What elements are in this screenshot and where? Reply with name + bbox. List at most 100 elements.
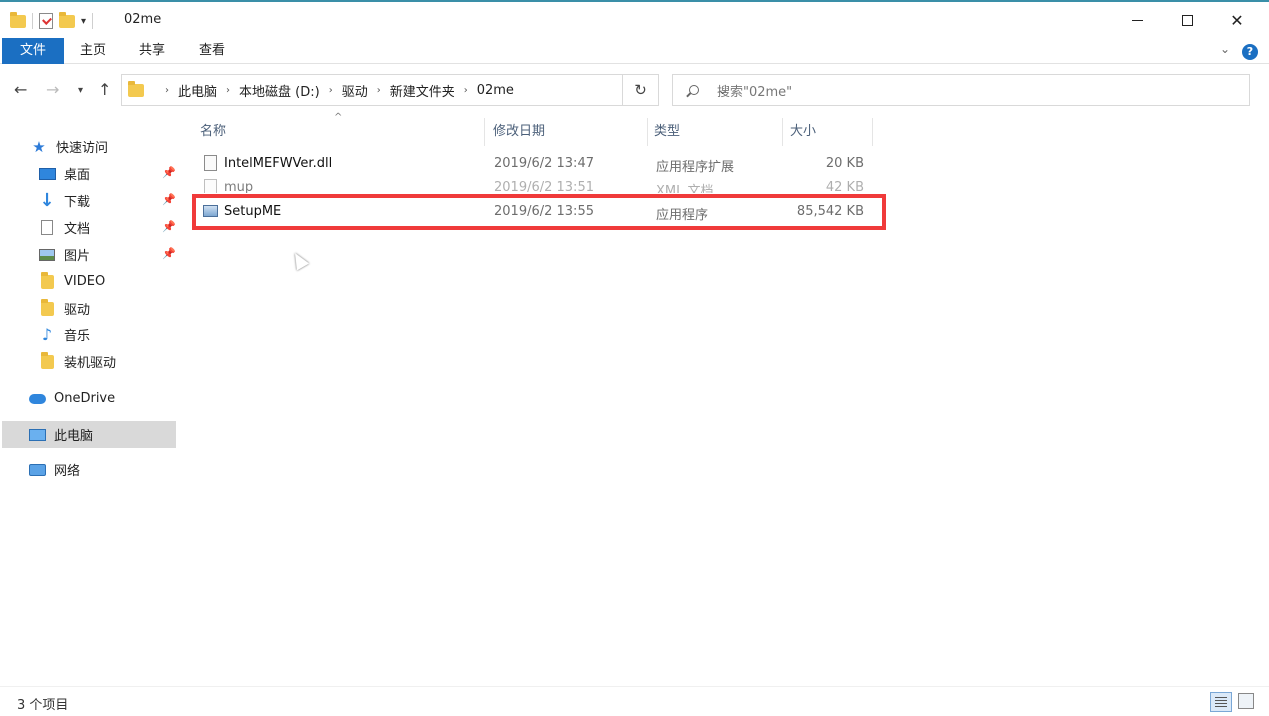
dll-file-icon <box>204 155 217 171</box>
sidebar-item-label: 快速访问 <box>56 141 109 156</box>
column-divider[interactable] <box>872 118 873 146</box>
quick-access-toolbar: ▾ <box>10 10 94 32</box>
divider <box>32 13 33 29</box>
sidebar-item-this-pc[interactable]: 此电脑 <box>2 421 176 448</box>
forward-button[interactable]: → <box>46 80 59 99</box>
search-placeholder: 搜索"02me" <box>717 84 793 100</box>
sidebar-item-label: 下载 <box>64 195 91 210</box>
ribbon-tabs: 文件 主页 共享 查看 ⌄ ? <box>0 38 1269 64</box>
back-button[interactable]: ← <box>14 80 27 99</box>
chevron-right-icon[interactable]: › <box>377 85 381 96</box>
sidebar-item-label: 驱动 <box>64 303 91 318</box>
sidebar-item-label: 文档 <box>64 222 91 237</box>
breadcrumb-this-pc[interactable]: 此电脑 <box>178 81 217 100</box>
sidebar-item-pictures[interactable]: 图片 <box>38 241 90 268</box>
divider <box>92 13 94 29</box>
tab-home[interactable]: 主页 <box>66 38 120 64</box>
document-icon <box>38 220 56 236</box>
folder-icon <box>38 271 56 290</box>
search-icon <box>689 85 699 95</box>
table-row[interactable]: IntelMEFWVer.dll 2019/6/2 13:47 应用程序扩展 2… <box>192 152 872 175</box>
tab-view[interactable]: 查看 <box>185 38 239 64</box>
sidebar-item-downloads[interactable]: ↓ 下载 <box>38 187 90 214</box>
column-divider[interactable] <box>782 118 783 146</box>
tab-share[interactable]: 共享 <box>125 38 179 64</box>
up-button[interactable]: ↑ <box>98 80 111 99</box>
file-date: 2019/6/2 13:51 <box>494 180 594 193</box>
column-divider[interactable] <box>647 118 648 146</box>
sidebar-item-desktop[interactable]: 桌面 <box>38 160 90 187</box>
sidebar-item-label: VIDEO <box>64 274 106 289</box>
sidebar-item-video[interactable]: VIDEO <box>38 268 105 295</box>
minimize-button[interactable] <box>1112 6 1162 34</box>
file-size: 20 KB <box>825 156 864 171</box>
download-icon: ↓ <box>39 190 55 211</box>
refresh-button[interactable]: ↻ <box>623 74 659 106</box>
title-bar: ▾ 02me ✕ <box>0 0 1269 38</box>
mouse-cursor-icon <box>288 249 310 271</box>
sidebar-item-quick-access[interactable]: ★ 快速访问 <box>30 133 108 160</box>
column-divider[interactable] <box>484 118 485 146</box>
sidebar-item-network[interactable]: 网络 <box>28 456 80 483</box>
file-date: 2019/6/2 13:47 <box>494 156 594 171</box>
navigation-bar: ← → ▾ ↑ › 此电脑 › 本地磁盘 (D:) › 驱动 › 新建文件夹 ›… <box>0 64 1269 114</box>
breadcrumb-02me[interactable]: 02me <box>477 83 514 98</box>
cloud-icon <box>28 391 46 407</box>
sidebar-item-drivers[interactable]: 驱动 <box>38 295 90 322</box>
file-list: ^ 名称 修改日期 类型 大小 IntelMEFWVer.dll 2019/6/… <box>184 112 1269 686</box>
sort-ascending-icon: ^ <box>334 112 343 123</box>
breadcrumb-drivers[interactable]: 驱动 <box>342 81 368 100</box>
properties-icon[interactable] <box>39 13 53 29</box>
column-header-name[interactable]: 名称 <box>200 120 226 144</box>
new-folder-icon[interactable] <box>59 11 75 28</box>
file-name: IntelMEFWVer.dll <box>224 156 333 171</box>
sidebar-item-label: 此电脑 <box>54 429 94 444</box>
folder-icon <box>38 351 56 370</box>
recent-locations-button[interactable]: ▾ <box>78 85 83 96</box>
column-header-size[interactable]: 大小 <box>790 120 816 144</box>
highlight-box <box>192 194 886 230</box>
sidebar-item-music[interactable]: ♪ 音乐 <box>38 321 90 348</box>
large-icons-view-button[interactable] <box>1238 693 1254 709</box>
chevron-right-icon[interactable]: › <box>226 85 230 96</box>
expand-ribbon-icon[interactable]: ⌄ <box>1220 42 1230 56</box>
customize-toolbar-icon[interactable]: ▾ <box>81 16 86 27</box>
file-type: 应用程序扩展 <box>656 160 735 175</box>
chevron-right-icon[interactable]: › <box>464 85 468 96</box>
pin-icon[interactable]: 📌 <box>162 166 176 179</box>
address-bar[interactable]: › 此电脑 › 本地磁盘 (D:) › 驱动 › 新建文件夹 › 02me ⌄ <box>121 74 727 106</box>
sidebar-item-label: 图片 <box>64 249 91 264</box>
pin-icon[interactable]: 📌 <box>162 193 176 206</box>
tab-file[interactable]: 文件 <box>2 38 64 64</box>
folder-icon <box>128 80 144 97</box>
file-name: mup <box>224 180 254 193</box>
maximize-button[interactable] <box>1162 6 1212 34</box>
help-icon[interactable]: ? <box>1242 44 1258 60</box>
column-header-date[interactable]: 修改日期 <box>493 120 545 144</box>
sidebar-item-install-drivers[interactable]: 装机驱动 <box>38 348 116 375</box>
breadcrumb-drive-d[interactable]: 本地磁盘 (D:) <box>239 81 320 100</box>
sidebar-item-label: 音乐 <box>64 329 91 344</box>
xml-file-icon <box>204 179 217 193</box>
pin-icon[interactable]: 📌 <box>162 220 176 233</box>
chevron-right-icon[interactable]: › <box>165 85 169 96</box>
close-button[interactable]: ✕ <box>1212 6 1262 34</box>
maximize-icon <box>1181 14 1193 26</box>
sidebar-item-label: OneDrive <box>54 391 116 406</box>
breadcrumb-new-folder[interactable]: 新建文件夹 <box>390 81 455 100</box>
navigation-pane: ★ 快速访问 桌面 📌 ↓ 下载 📌 文档 📌 图片 📌 VIDEO 驱动 ♪ … <box>0 114 184 686</box>
chevron-right-icon[interactable]: › <box>329 85 333 96</box>
sidebar-item-onedrive[interactable]: OneDrive <box>28 385 115 412</box>
minimize-icon <box>1131 19 1143 21</box>
pin-icon[interactable]: 📌 <box>162 247 176 260</box>
star-icon: ★ <box>32 137 46 156</box>
table-row[interactable]: mup 2019/6/2 13:51 XML 文档 42 KB <box>192 176 872 193</box>
details-view-button[interactable] <box>1210 692 1232 712</box>
sidebar-item-label: 桌面 <box>64 168 91 183</box>
search-box[interactable]: 搜索"02me" <box>672 74 1250 106</box>
folder-icon <box>10 11 26 28</box>
column-header-type[interactable]: 类型 <box>654 120 680 144</box>
sidebar-item-documents[interactable]: 文档 <box>38 214 90 241</box>
file-type: XML 文档 <box>656 184 714 193</box>
pictures-icon <box>38 247 56 263</box>
